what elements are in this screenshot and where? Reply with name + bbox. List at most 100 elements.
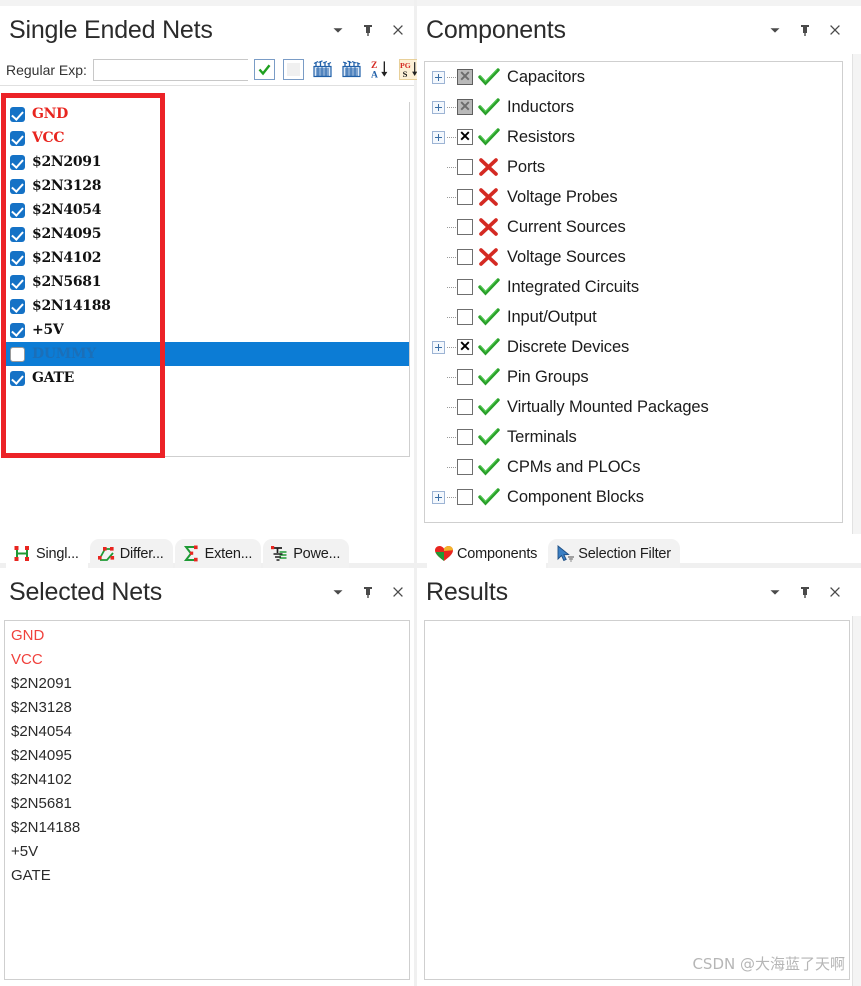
search-input[interactable] bbox=[92, 58, 248, 81]
chevron-down-icon[interactable] bbox=[767, 584, 783, 600]
tree-checkbox[interactable] bbox=[457, 429, 473, 445]
tree-row[interactable]: CPMs and PLOCs bbox=[425, 452, 842, 482]
tree-checkbox[interactable] bbox=[457, 459, 473, 475]
tree-checkbox[interactable] bbox=[457, 369, 473, 385]
tree-row[interactable]: Terminals bbox=[425, 422, 842, 452]
selected-net-item[interactable]: $2N4054 bbox=[5, 719, 409, 743]
net-list-item[interactable]: $2N14188 bbox=[5, 294, 409, 318]
selected-net-item[interactable]: +5V bbox=[5, 839, 409, 863]
net-checkbox[interactable] bbox=[10, 274, 25, 290]
check-all-icon[interactable] bbox=[253, 59, 275, 80]
net-checkbox[interactable] bbox=[10, 322, 25, 338]
pin-icon[interactable] bbox=[360, 584, 376, 600]
tree-row[interactable]: Capacitors bbox=[425, 62, 842, 92]
expand-plus-icon[interactable] bbox=[432, 130, 445, 144]
tree-checkbox[interactable] bbox=[457, 399, 473, 415]
tab-powe[interactable]: Powe... bbox=[263, 539, 350, 568]
tree-row[interactable]: Virtually Mounted Packages bbox=[425, 392, 842, 422]
net-list-item[interactable]: $2N5681 bbox=[5, 270, 409, 294]
tree-row[interactable]: Input/Output bbox=[425, 302, 842, 332]
tree-row[interactable]: Discrete Devices bbox=[425, 332, 842, 362]
net-list-item[interactable]: $2N4095 bbox=[5, 222, 409, 246]
net-list-item[interactable]: $2N4102 bbox=[5, 246, 409, 270]
pin-icon[interactable] bbox=[797, 584, 813, 600]
selected-net-item[interactable]: $2N14188 bbox=[5, 815, 409, 839]
chevron-down-icon[interactable] bbox=[767, 22, 783, 38]
net-checkbox[interactable] bbox=[10, 178, 25, 194]
tree-checkbox[interactable] bbox=[457, 189, 473, 205]
close-icon[interactable] bbox=[827, 22, 843, 38]
panel-scrollbar[interactable] bbox=[852, 568, 861, 986]
net-list-item[interactable]: $2N2091 bbox=[5, 150, 409, 174]
select-nets-icon[interactable] bbox=[312, 59, 333, 80]
tab-selectionfilter[interactable]: Selection Filter bbox=[548, 539, 680, 568]
uncheck-all-icon[interactable] bbox=[282, 59, 304, 80]
net-checkbox[interactable] bbox=[10, 346, 25, 362]
tab-differ[interactable]: Differ... bbox=[89, 539, 173, 568]
net-checkbox[interactable] bbox=[10, 154, 25, 170]
tree-checkbox[interactable] bbox=[457, 159, 473, 175]
selected-net-item[interactable]: $2N4102 bbox=[5, 767, 409, 791]
net-checkbox[interactable] bbox=[10, 202, 25, 218]
selected-net-item[interactable]: $2N3128 bbox=[5, 695, 409, 719]
net-checkbox[interactable] bbox=[10, 130, 25, 146]
expand-plus-icon[interactable] bbox=[432, 340, 445, 354]
results-content[interactable] bbox=[424, 620, 850, 980]
selected-net-item[interactable]: VCC bbox=[5, 647, 409, 671]
selected-net-item[interactable]: GND bbox=[5, 623, 409, 647]
selected-net-item[interactable]: $2N2091 bbox=[5, 671, 409, 695]
net-list-item[interactable]: $2N3128 bbox=[5, 174, 409, 198]
net-list-item[interactable]: GND bbox=[5, 102, 409, 126]
single-ended-nets-list[interactable]: GND VCC $2N2091 $2N3128 $2N4054 $2N4095 $2N410… bbox=[4, 102, 410, 457]
close-icon[interactable] bbox=[827, 584, 843, 600]
expand-plus-icon[interactable] bbox=[432, 100, 445, 114]
tree-row[interactable]: Inductors bbox=[425, 92, 842, 122]
tree-row[interactable]: Voltage Probes bbox=[425, 182, 842, 212]
tree-checkbox[interactable] bbox=[457, 309, 473, 325]
tree-checkbox[interactable] bbox=[457, 279, 473, 295]
net-checkbox[interactable] bbox=[10, 370, 25, 386]
selected-net-item[interactable]: $2N4095 bbox=[5, 743, 409, 767]
tree-checkbox[interactable] bbox=[457, 489, 473, 505]
tree-checkbox[interactable] bbox=[457, 68, 473, 85]
tab-exten[interactable]: Exten... bbox=[174, 539, 262, 568]
pin-icon[interactable] bbox=[797, 22, 813, 38]
panel-scrollbar[interactable] bbox=[852, 6, 861, 568]
net-checkbox[interactable] bbox=[10, 250, 25, 266]
tree-checkbox[interactable] bbox=[457, 249, 473, 265]
chevron-down-icon[interactable] bbox=[330, 22, 346, 38]
tree-checkbox[interactable] bbox=[457, 98, 473, 115]
tree-row[interactable]: Current Sources bbox=[425, 212, 842, 242]
net-checkbox[interactable] bbox=[10, 298, 25, 314]
net-checkbox[interactable] bbox=[10, 106, 25, 122]
net-checkbox[interactable] bbox=[10, 226, 25, 242]
tree-row[interactable]: Ports bbox=[425, 152, 842, 182]
selected-net-item[interactable]: GATE bbox=[5, 863, 409, 887]
net-list-item[interactable]: DUMMY bbox=[5, 342, 409, 366]
net-list-item[interactable]: VCC bbox=[5, 126, 409, 150]
pin-icon[interactable] bbox=[360, 22, 376, 38]
tree-checkbox[interactable] bbox=[457, 338, 473, 355]
tree-checkbox[interactable] bbox=[457, 219, 473, 235]
tree-row[interactable]: Voltage Sources bbox=[425, 242, 842, 272]
close-icon[interactable] bbox=[390, 584, 406, 600]
selected-net-item[interactable]: $2N5681 bbox=[5, 791, 409, 815]
expand-plus-icon[interactable] bbox=[432, 490, 445, 504]
expand-plus-icon[interactable] bbox=[432, 70, 445, 84]
net-list-item[interactable]: GATE bbox=[5, 366, 409, 390]
close-icon[interactable] bbox=[390, 22, 406, 38]
tree-row[interactable]: Component Blocks bbox=[425, 482, 842, 512]
tree-row[interactable]: Pin Groups bbox=[425, 362, 842, 392]
components-tree[interactable]: Capacitors Inductors Resistors Ports Voltage… bbox=[424, 61, 843, 523]
chevron-down-icon[interactable] bbox=[330, 584, 346, 600]
net-list-item[interactable]: +5V bbox=[5, 318, 409, 342]
sort-za-icon[interactable]: Z A bbox=[370, 59, 391, 80]
net-list-item[interactable]: $2N4054 bbox=[5, 198, 409, 222]
tab-components[interactable]: Components bbox=[427, 539, 547, 568]
deselect-nets-icon[interactable] bbox=[341, 59, 362, 80]
selected-nets-list[interactable]: GND VCC $2N2091 $2N3128 $2N4054 $2N4095 $2N410… bbox=[4, 620, 410, 980]
tree-checkbox[interactable] bbox=[457, 128, 473, 145]
tree-row[interactable]: Resistors bbox=[425, 122, 842, 152]
tree-row[interactable]: Integrated Circuits bbox=[425, 272, 842, 302]
tab-singl[interactable]: Singl... bbox=[6, 539, 88, 568]
